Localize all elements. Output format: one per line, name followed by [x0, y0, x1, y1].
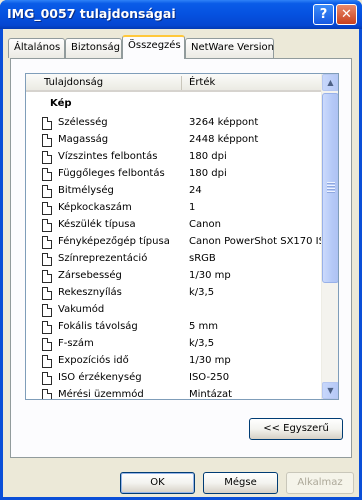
property-value: 24	[189, 185, 202, 196]
property-row[interactable]: Expozíciós idő 1/30 mp	[26, 353, 321, 370]
column-divider[interactable]	[181, 76, 182, 90]
grip-line	[327, 188, 335, 189]
grip-line	[327, 191, 335, 192]
property-row[interactable]: Magasság 2448 képpont	[26, 132, 321, 149]
column-value[interactable]: Érték	[189, 77, 215, 88]
apply-button: Alkalmaz	[286, 472, 354, 494]
property-row[interactable]: Rekesznyílás k/3,5	[26, 285, 321, 302]
property-row[interactable]: Fokális távolság 5 mm	[26, 319, 321, 336]
property-row[interactable]: Készülék típusa Canon	[26, 217, 321, 234]
document-icon	[42, 236, 52, 249]
property-value: 3264 képpont	[189, 117, 259, 128]
scroll-thumb[interactable]	[322, 93, 338, 283]
property-value: 5 mm	[189, 321, 219, 332]
title-bar[interactable]: IMG_0057 tulajdonságai ? ✕	[0, 0, 362, 29]
property-name: Mérési üzemmód	[58, 389, 144, 400]
property-value: 1	[189, 202, 196, 213]
document-icon	[42, 355, 52, 368]
property-row[interactable]: F-szám k/3,5	[26, 336, 321, 353]
tab-security[interactable]: Biztonság	[65, 38, 122, 58]
property-row[interactable]: Függőleges felbontás 180 dpi	[26, 166, 321, 183]
document-icon	[42, 304, 52, 317]
grip-line	[327, 182, 335, 183]
property-row[interactable]: ISO érzékenység ISO-250	[26, 370, 321, 387]
property-row[interactable]: Bitmélység 24	[26, 183, 321, 200]
property-value: 1/30 mp	[189, 355, 231, 366]
document-icon	[42, 253, 52, 266]
property-value: 1/30 mp	[189, 270, 231, 281]
scroll-down-button[interactable]: ▼	[322, 382, 338, 399]
ok-button[interactable]: OK	[120, 472, 195, 494]
property-name: ISO érzékenység	[58, 372, 142, 383]
properties-list[interactable]: Tulajdonság Érték Kép Szélesség 3264 képp…	[25, 73, 339, 400]
help-button[interactable]: ?	[313, 4, 334, 25]
property-name: Bitmélység	[58, 185, 114, 196]
property-row[interactable]: Képkockaszám 1	[26, 200, 321, 217]
property-row[interactable]: Zársebesség 1/30 mp	[26, 268, 321, 285]
tab-summary[interactable]: Összegzés	[122, 35, 185, 59]
tab-netware-version[interactable]: NetWare Version	[185, 38, 274, 58]
property-name: Magasság	[58, 134, 109, 145]
document-icon	[42, 389, 52, 399]
property-name: Szélesség	[58, 117, 108, 128]
property-name: Expozíciós idő	[58, 355, 129, 366]
simple-view-button[interactable]: << Egyszerű	[249, 418, 343, 440]
property-value: Canon PowerShot SX170 IS	[189, 236, 325, 247]
document-icon	[42, 321, 52, 334]
property-name: Vakumód	[58, 304, 105, 315]
property-value: sRGB	[189, 253, 216, 264]
property-value: ISO-250	[189, 372, 230, 383]
document-icon	[42, 151, 52, 164]
property-value: 180 dpi	[189, 151, 227, 162]
document-icon	[42, 185, 52, 198]
window-title: IMG_0057 tulajdonságai	[7, 6, 176, 21]
summary-panel: Tulajdonság Érték Kép Szélesség 3264 képp…	[10, 58, 352, 458]
document-icon	[42, 202, 52, 215]
property-value: k/3,5	[189, 287, 215, 298]
document-icon	[42, 168, 52, 181]
property-name: Fokális távolság	[58, 321, 138, 332]
document-icon	[42, 372, 52, 385]
grip-line	[327, 185, 335, 186]
property-row[interactable]: Vízszintes felbontás 180 dpi	[26, 149, 321, 166]
property-row[interactable]: Vakumód	[26, 302, 321, 319]
tab-general[interactable]: Általános	[8, 38, 65, 58]
property-name: Képkockaszám	[58, 202, 132, 213]
property-name: Függőleges felbontás	[58, 168, 165, 179]
property-name: Zársebesség	[58, 270, 122, 281]
property-name: Vízszintes felbontás	[58, 151, 158, 162]
document-icon	[42, 338, 52, 351]
dialog-body: Általános Biztonság Összegzés NetWare Ve…	[3, 29, 359, 497]
property-value: k/3,5	[189, 338, 215, 349]
close-button[interactable]: ✕	[336, 4, 357, 25]
document-icon	[42, 117, 52, 130]
group-heading: Kép	[50, 98, 72, 109]
scroll-up-button[interactable]: ▲	[322, 74, 338, 91]
document-icon	[42, 219, 52, 232]
property-row[interactable]: Színreprezentáció sRGB	[26, 251, 321, 268]
column-header: Tulajdonság Érték	[26, 74, 321, 92]
property-row[interactable]: Fényképezőgép típusa Canon PowerShot SX17…	[26, 234, 325, 251]
property-name: Fényképezőgép típusa	[58, 236, 170, 247]
document-icon	[42, 270, 52, 283]
property-name: Készülék típusa	[58, 219, 136, 230]
property-name: Színreprezentáció	[58, 253, 148, 264]
document-icon	[42, 287, 52, 300]
column-property[interactable]: Tulajdonság	[44, 77, 103, 88]
vertical-scrollbar[interactable]: ▲ ▼	[321, 74, 338, 399]
property-value: 2448 képpont	[189, 134, 259, 145]
property-value: Canon	[189, 219, 221, 230]
property-value: Mintázat	[189, 389, 233, 400]
property-row[interactable]: Szélesség 3264 képpont	[26, 115, 321, 132]
properties-window: IMG_0057 tulajdonságai ? ✕ Általános Biz…	[0, 0, 362, 500]
property-row[interactable]: Mérési üzemmód Mintázat	[26, 387, 321, 400]
cancel-button[interactable]: Mégse	[203, 472, 278, 494]
property-name: F-szám	[58, 338, 94, 349]
property-name: Rekesznyílás	[58, 287, 122, 298]
property-value: 180 dpi	[189, 168, 227, 179]
document-icon	[42, 134, 52, 147]
